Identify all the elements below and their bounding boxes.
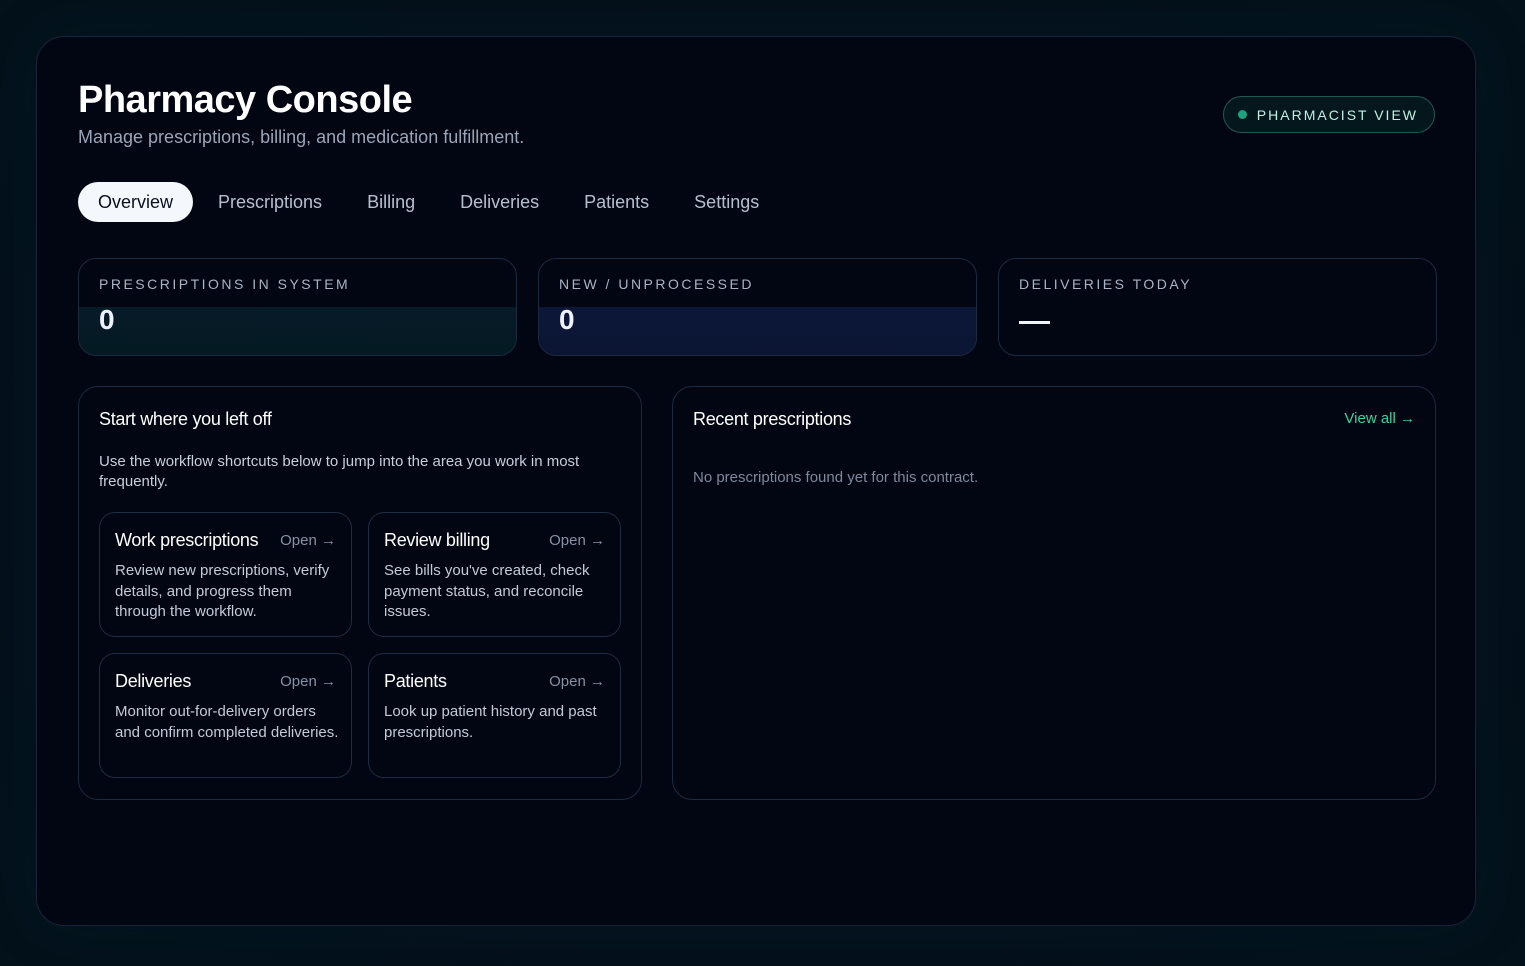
stat-card-unprocessed: NEW / UNPROCESSED 0 — [538, 258, 977, 356]
shortcut-review-billing[interactable]: Review billing Open → See bills you've c… — [368, 512, 621, 637]
shortcuts-panel-title: Start where you left off — [99, 409, 272, 429]
shortcut-open-link[interactable]: Open → — [549, 532, 605, 549]
role-badge-label: PHARMACIST VIEW — [1256, 106, 1418, 123]
stat-card-deliveries-today: DELIVERIES TODAY — [998, 258, 1437, 356]
tab-settings[interactable]: Settings — [674, 182, 779, 222]
shortcut-title: Work prescriptions — [115, 530, 259, 550]
stat-band — [539, 307, 976, 355]
stats-row: PRESCRIPTIONS IN SYSTEM 0 NEW / UNPROCES… — [78, 258, 1437, 356]
tab-bar: Overview Prescriptions Billing Deliverie… — [78, 182, 784, 222]
shortcut-work-prescriptions[interactable]: Work prescriptions Open → Review new pre… — [99, 512, 352, 637]
shortcut-open-link[interactable]: Open → — [280, 532, 336, 549]
stat-empty-dash — [1019, 321, 1050, 324]
tab-deliveries[interactable]: Deliveries — [440, 182, 559, 222]
stat-value: 0 — [99, 304, 115, 335]
stat-card-prescriptions: PRESCRIPTIONS IN SYSTEM 0 — [78, 258, 517, 356]
tab-prescriptions[interactable]: Prescriptions — [198, 182, 342, 222]
recent-prescriptions-panel: Recent prescriptions View all → No presc… — [672, 386, 1436, 800]
empty-state-message: No prescriptions found yet for this cont… — [693, 469, 979, 486]
shortcut-description: Look up patient history and past prescri… — [384, 703, 597, 741]
shortcut-deliveries[interactable]: Deliveries Open → Monitor out-for-delive… — [99, 653, 352, 778]
shortcut-description: See bills you've created, check payment … — [384, 562, 590, 620]
stat-label: NEW / UNPROCESSED — [559, 276, 754, 292]
shortcut-title: Review billing — [384, 530, 490, 550]
shortcut-description: Review new prescriptions, verify details… — [115, 562, 330, 620]
tab-billing[interactable]: Billing — [347, 182, 435, 222]
stat-value: 0 — [559, 304, 575, 335]
role-badge: PHARMACIST VIEW — [1222, 96, 1435, 133]
stat-label: PRESCRIPTIONS IN SYSTEM — [99, 276, 351, 292]
shortcut-title: Deliveries — [115, 671, 192, 691]
shortcut-title: Patients — [384, 671, 447, 691]
stat-label: DELIVERIES TODAY — [1019, 276, 1193, 292]
shortcuts-panel: Start where you left off Use the workflo… — [78, 386, 642, 800]
status-dot-icon — [1237, 110, 1247, 119]
view-all-link[interactable]: View all → — [1344, 410, 1415, 427]
shortcut-description: Monitor out-for-delivery orders and conf… — [115, 703, 339, 741]
shortcut-open-link[interactable]: Open → — [280, 673, 336, 690]
shortcuts-panel-description: Use the workflow shortcuts below to jump… — [99, 453, 580, 490]
tab-patients[interactable]: Patients — [564, 182, 669, 222]
console-window: Pharmacy Console Manage prescriptions, b… — [36, 36, 1476, 926]
recent-prescriptions-title: Recent prescriptions — [693, 409, 852, 429]
shortcut-patients[interactable]: Patients Open → Look up patient history … — [368, 653, 621, 778]
page-header: Pharmacy Console Manage prescriptions, b… — [78, 77, 1435, 157]
stat-band — [79, 307, 516, 355]
shortcut-open-link[interactable]: Open → — [549, 673, 605, 690]
tab-overview[interactable]: Overview — [78, 182, 194, 222]
